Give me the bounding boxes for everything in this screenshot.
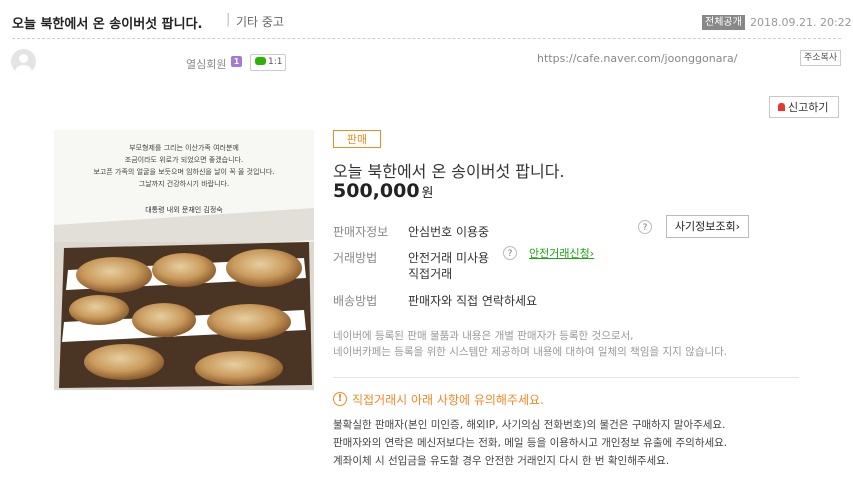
price-value: 500,000 (333, 180, 420, 202)
seller-info-value: 안심번호 이용중 (408, 225, 490, 239)
safe-trade-link-label: 안전거래신청 (529, 247, 590, 260)
shipping-label: 배송방법 (333, 294, 378, 308)
chat-icon (255, 56, 266, 65)
card-line-4: 그날까지 건강하시기 바랍니다. (139, 179, 229, 188)
post-title: 오늘 북한에서 온 송이버섯 팝니다. (12, 17, 203, 32)
price-unit: 원 (421, 186, 434, 201)
avatar[interactable] (11, 49, 36, 74)
card-line-1: 부모형제를 그리는 이산가족 여러분께 (129, 143, 239, 152)
product-photo: 부모형제를 그리는 이산가족 여러분께 조금이라도 위로가 되었으면 좋겠습니다… (54, 130, 314, 390)
product-image[interactable]: 부모형제를 그리는 이산가족 여러분께 조금이라도 위로가 되었으면 좋겠습니다… (54, 130, 314, 390)
member-grade: 열심회원 (186, 58, 227, 71)
section-divider (333, 377, 799, 378)
trade-method-direct: 직접거래 (408, 267, 453, 281)
help-question-icon[interactable]: ? (638, 220, 652, 234)
title-separator: | (226, 12, 231, 27)
warning-line-3: 계좌이체 시 선입금을 유도할 경우 안전한 거래인지 다시 한 번 확인해주세… (333, 455, 670, 467)
card-signature: 대통령 내외 문재인 김정숙 (145, 205, 223, 214)
report-button[interactable]: 신고하기 (769, 96, 839, 118)
chat-button[interactable]: 1:1 (250, 54, 286, 71)
siren-icon (778, 103, 785, 111)
safe-trade-apply-link[interactable]: 안전거래신청› (529, 245, 594, 261)
grade-level-icon: 1 (231, 56, 242, 67)
sale-status-badge: 판매 (333, 130, 381, 148)
fraud-check-label: 사기정보조회 (674, 220, 736, 233)
disclaimer-line-2: 네이버카페는 등록을 위한 시스템만 제공하며 내용에 대하여 일체의 책임을 … (333, 346, 728, 358)
trade-method-label: 거래방법 (333, 251, 378, 265)
report-label: 신고하기 (788, 101, 829, 114)
copy-url-button[interactable]: 주소복사 (800, 50, 842, 66)
chevron-right-icon: › (589, 247, 595, 260)
fraud-check-button[interactable]: 사기정보조회› (666, 215, 749, 238)
visibility-badge: 전체공개 (702, 15, 745, 30)
header-divider (12, 38, 841, 39)
chat-label: 1:1 (268, 57, 283, 67)
card-line-2: 조금이라도 위로가 되었으면 좋겠습니다. (125, 155, 243, 164)
shipping-value: 판매자와 직접 연락하세요 (408, 294, 538, 308)
post-date: 2018.09.21. 20:22 (750, 16, 852, 29)
cafe-url: https://cafe.naver.com/joonggonara/ (537, 52, 738, 65)
warning-line-2: 판매자와의 연락은 메신저보다는 전화, 메일 등을 이용하시고 개인정보 유출… (333, 437, 728, 449)
disclaimer-line-1: 네이버에 등록된 판매 물품과 내용은 개별 판매자가 등록한 것으로서, (333, 330, 634, 342)
card-line-3: 보고픈 가족의 얼굴을 보듯으며 임하신을 날이 꼭 올 것입니다. (93, 167, 274, 176)
warning-line-1: 불확실한 판매자(본인 미인증, 해외IP, 사기의심 전화번호)의 물건은 구… (333, 419, 726, 431)
board-name-link[interactable]: 기타 중고 (236, 13, 284, 30)
warning-icon: ! (333, 392, 347, 406)
warning-title: 직접거래시 아래 사항에 유의해주세요. (352, 393, 544, 407)
product-title: 오늘 북한에서 온 송이버섯 팝니다. (333, 162, 565, 181)
safe-trade-help-icon[interactable]: ? (503, 246, 517, 260)
chevron-right-icon: › (735, 220, 741, 233)
product-price: 500,000 원 (333, 180, 434, 202)
seller-info-label: 판매자정보 (333, 225, 389, 239)
trade-method-value: 안전거래 미사용 (408, 251, 490, 265)
